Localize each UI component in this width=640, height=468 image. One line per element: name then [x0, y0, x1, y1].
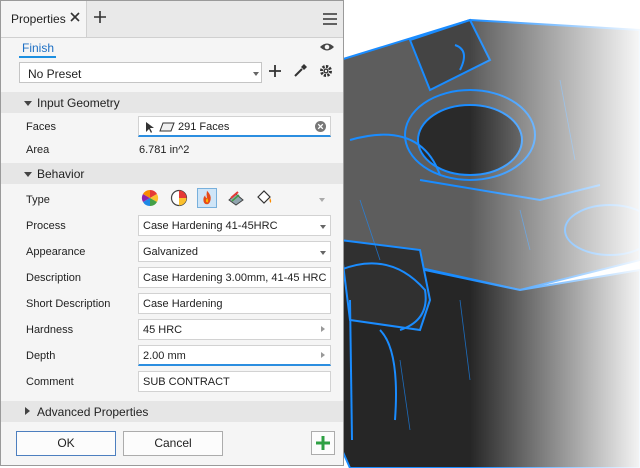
appearance-value: Galvanized [143, 246, 199, 258]
short-description-input[interactable]: Case Hardening [138, 293, 331, 314]
hamburger-menu-icon[interactable] [322, 12, 338, 26]
ok-button[interactable]: OK [16, 431, 116, 456]
short-description-value: Case Hardening [143, 298, 223, 310]
flame-icon[interactable] [197, 188, 217, 208]
description-value: Case Hardening 3.00mm, 41-45 HRC [143, 272, 327, 284]
hardness-input[interactable]: 45 HRC [138, 319, 331, 340]
preset-value: No Preset [28, 67, 82, 81]
clear-icon[interactable] [315, 121, 326, 132]
faces-value: 291 Faces [178, 121, 230, 133]
panel-tab-bar: Properties [1, 1, 343, 38]
depth-value: 2.00 mm [143, 350, 186, 362]
hardness-flyout-arrow[interactable] [316, 320, 330, 339]
close-icon[interactable] [67, 9, 83, 25]
section-label: Advanced Properties [37, 405, 149, 419]
area-value: 6.781 in^2 [139, 144, 190, 156]
appearance-icon[interactable] [169, 188, 189, 208]
depth-input[interactable]: 2.00 mm [138, 345, 331, 366]
faces-label: Faces [26, 121, 56, 133]
finish-underline [19, 56, 56, 58]
faces-selector[interactable]: 291 Faces [138, 116, 331, 137]
comment-input[interactable]: SUB CONTRACT [138, 371, 331, 392]
chevron-down-icon [253, 72, 259, 76]
face-select-icon [159, 122, 175, 132]
process-dropdown[interactable]: Case Hardening 41-45HRC [138, 215, 331, 236]
depth-flyout-arrow[interactable] [316, 346, 330, 365]
gear-icon[interactable] [319, 64, 333, 78]
section-label: Behavior [37, 167, 85, 181]
process-label: Process [26, 220, 66, 232]
properties-panel: Properties Finish No Preset Input Geomet… [0, 0, 344, 466]
preset-dropdown[interactable]: No Preset [19, 62, 262, 83]
hardness-value: 45 HRC [143, 324, 183, 336]
flame-glyph [203, 190, 211, 205]
appearance-dropdown[interactable]: Galvanized [138, 241, 331, 262]
section-input-geometry[interactable]: Input Geometry [1, 92, 343, 113]
cursor-arrow-icon [146, 122, 154, 133]
hardness-label: Hardness [26, 324, 74, 336]
collapse-icon [24, 101, 32, 106]
add-tab-icon[interactable] [93, 10, 107, 24]
process-value: Case Hardening 41-45HRC [143, 220, 278, 232]
appearance-label: Appearance [26, 246, 86, 258]
eyedropper-icon[interactable] [293, 64, 307, 78]
section-behavior[interactable]: Behavior [1, 163, 343, 184]
comment-label: Comment [26, 376, 74, 388]
description-label: Description [26, 272, 82, 284]
collapse-icon [24, 172, 32, 177]
section-label: Input Geometry [37, 96, 120, 110]
add-preset-icon[interactable] [269, 65, 281, 77]
description-input[interactable]: Case Hardening 3.00mm, 41-45 HRC [138, 267, 331, 288]
plus-icon [316, 436, 330, 450]
short-description-label: Short Description [26, 298, 111, 310]
tab-properties[interactable]: Properties [1, 1, 87, 37]
eye-icon[interactable] [319, 41, 335, 53]
area-label: Area [26, 144, 50, 156]
comment-value: SUB CONTRACT [143, 376, 230, 388]
finish-feature-link[interactable]: Finish [22, 41, 54, 55]
color-wheel-icon[interactable] [140, 188, 160, 208]
depth-label: Depth [26, 350, 56, 362]
tab-title: Properties [11, 12, 66, 26]
chevron-down-icon [320, 225, 326, 229]
type-label: Type [26, 194, 50, 206]
chevron-down-icon[interactable] [319, 198, 325, 202]
expand-icon [25, 407, 30, 415]
chevron-down-icon [320, 251, 326, 255]
add-new-finish-button[interactable] [311, 431, 335, 455]
bucket-icon[interactable] [254, 188, 274, 208]
cancel-button[interactable]: Cancel [123, 431, 223, 456]
paint-icon[interactable] [226, 188, 246, 208]
section-advanced-properties[interactable]: Advanced Properties [1, 401, 343, 422]
